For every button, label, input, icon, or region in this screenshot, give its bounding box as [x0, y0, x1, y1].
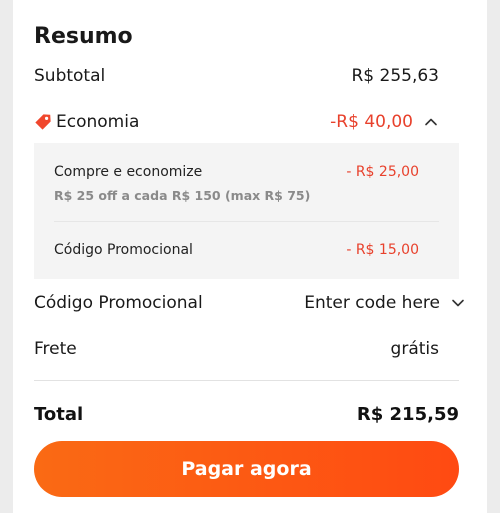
total-row: Total R$ 215,59: [34, 404, 459, 425]
breakdown-amount: - R$ 15,00: [346, 242, 419, 258]
summary-title: Resumo: [34, 24, 133, 49]
order-summary-card: Resumo Subtotal R$ 255,63 Economia -R$ 4…: [13, 0, 487, 513]
savings-value-group: -R$ 40,00: [330, 112, 439, 132]
chevron-up-icon[interactable]: [423, 114, 439, 130]
shipping-value: grátis: [390, 339, 439, 359]
tag-icon: [35, 114, 51, 130]
total-value: R$ 215,59: [356, 404, 459, 425]
breakdown-detail: R$ 25 off a cada R$ 150 (max R$ 75): [54, 188, 311, 203]
shipping-row: Frete grátis: [34, 339, 439, 359]
subtotal-value: R$ 255,63: [351, 66, 439, 86]
promo-code-row[interactable]: Código Promocional Enter code here: [34, 293, 466, 313]
total-divider: [34, 380, 459, 381]
shipping-label: Frete: [34, 339, 77, 359]
breakdown-divider: [54, 221, 439, 222]
promo-code-input[interactable]: Enter code here: [304, 293, 440, 313]
savings-label-group: Economia: [34, 112, 139, 132]
savings-label: Economia: [56, 112, 140, 132]
breakdown-row: Compre e economize - R$ 25,00: [54, 164, 419, 180]
subtotal-label: Subtotal: [34, 66, 106, 86]
promo-code-input-group[interactable]: Enter code here: [304, 293, 466, 313]
chevron-down-icon[interactable]: [450, 295, 466, 311]
subtotal-row: Subtotal R$ 255,63: [34, 66, 439, 86]
breakdown-label: Compre e economize: [54, 164, 203, 180]
promo-code-label: Código Promocional: [34, 293, 203, 313]
pay-now-button[interactable]: Pagar agora: [34, 441, 459, 497]
savings-toggle[interactable]: Economia -R$ 40,00: [34, 112, 439, 132]
savings-breakdown: Compre e economize - R$ 25,00 R$ 25 off …: [34, 143, 459, 279]
breakdown-label: Código Promocional: [54, 242, 193, 258]
total-label: Total: [34, 404, 84, 425]
breakdown-amount: - R$ 25,00: [346, 164, 419, 180]
breakdown-row: Código Promocional - R$ 15,00: [54, 242, 419, 258]
savings-value: -R$ 40,00: [330, 112, 413, 132]
